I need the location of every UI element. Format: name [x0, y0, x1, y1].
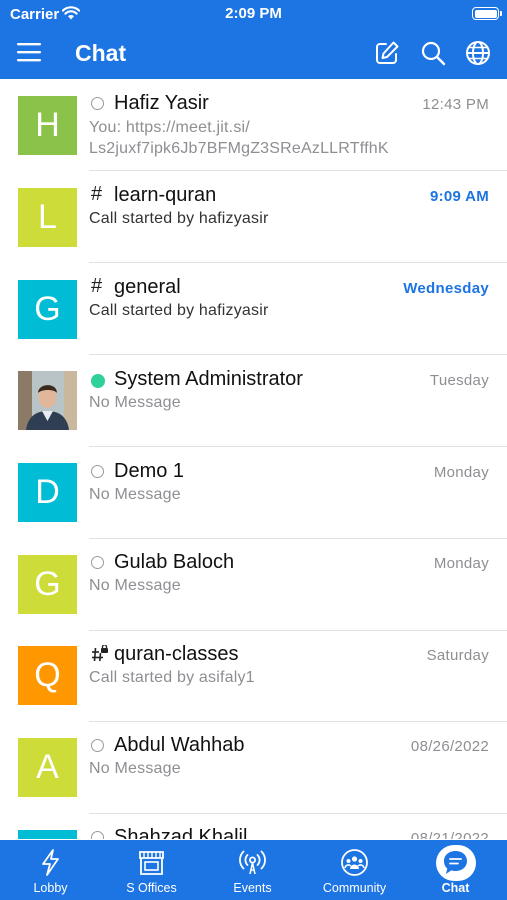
- chat-name: Demo 1: [114, 460, 185, 482]
- avatar: [18, 371, 77, 430]
- user-photo-icon: [18, 371, 77, 430]
- chat-row-learn-quran[interactable]: L # learn-quran 9:09 AM Call started by …: [0, 171, 507, 263]
- avatar: A: [18, 738, 77, 797]
- broadcast-icon: [239, 850, 266, 875]
- chat-preview: Call started by hafizyasir: [89, 302, 269, 319]
- offline-status-icon: [91, 556, 104, 569]
- offline-status-icon: [91, 465, 104, 478]
- chat-bubble-icon: [444, 851, 467, 874]
- chat-name: Gulab Baloch: [114, 551, 235, 573]
- chat-time: 08/21/2022: [410, 830, 489, 839]
- status-bar: Carrier 2:09 PM: [0, 0, 507, 30]
- tab-label: Events: [233, 881, 272, 895]
- chat-row-quran-classes[interactable]: Q quran-classes Saturday Call started by…: [0, 630, 507, 722]
- community-icon: [341, 849, 368, 876]
- chat-preview: You: https://meet.jit.si/: [89, 119, 250, 136]
- chat-time: 9:09 AM: [429, 188, 489, 205]
- chat-name: general: [114, 276, 181, 298]
- chat-row-general[interactable]: G # general Wednesday Call started by ha…: [0, 263, 507, 355]
- tab-community[interactable]: Community: [304, 840, 405, 900]
- chat-name: Shahzad Khalil: [114, 826, 248, 839]
- battery-icon: [472, 7, 502, 20]
- channel-hash-icon: #: [91, 275, 103, 297]
- chat-preview: No Message: [89, 577, 181, 594]
- avatar: L: [18, 188, 77, 247]
- tab-label: S Offices: [126, 881, 177, 895]
- chat-time: Monday: [433, 555, 489, 572]
- tab-s-offices[interactable]: S Offices: [101, 840, 202, 900]
- chat-row-demo-1[interactable]: D Demo 1 Monday No Message: [0, 447, 507, 539]
- chat-row-system-administrator[interactable]: System Administrator Tuesday No Message: [0, 355, 507, 447]
- online-status-icon: [91, 374, 105, 388]
- status-time: 2:09 PM: [225, 5, 282, 22]
- app-header: Carrier 2:09 PM Chat: [0, 0, 507, 79]
- chat-row-shahzad-khalil[interactable]: Shahzad Khalil 08/21/2022: [0, 814, 507, 839]
- tab-label: Community: [322, 881, 387, 895]
- chat-time: 12:43 PM: [422, 96, 489, 113]
- chat-preview: No Message: [89, 394, 181, 411]
- offline-status-icon: [91, 739, 104, 752]
- chat-time: Monday: [433, 464, 489, 481]
- chat-preview: Call started by hafizyasir: [89, 210, 269, 227]
- offline-status-icon: [91, 831, 104, 839]
- chat-time: 08/26/2022: [410, 738, 489, 755]
- chat-preview: Call started by asifaly1: [89, 669, 255, 686]
- chat-row-abdul-wahhab[interactable]: A Abdul Wahhab 08/26/2022 No Message: [0, 722, 507, 814]
- chat-name: quran-classes: [114, 643, 239, 665]
- avatar: D: [18, 463, 77, 522]
- store-icon: [139, 851, 164, 875]
- chat-list: H Hafiz Yasir 12:43 PM You: https://meet…: [0, 79, 507, 839]
- navigation-bar: Chat: [0, 30, 507, 79]
- chat-name: Abdul Wahhab: [114, 734, 245, 756]
- menu-icon[interactable]: [17, 41, 41, 63]
- chat-preview: No Message: [89, 486, 181, 503]
- chat-time: Wednesday: [403, 280, 489, 297]
- chat-name: System Administrator: [114, 368, 303, 390]
- chat-row-gulab-baloch[interactable]: G Gulab Baloch Monday No Message: [0, 539, 507, 631]
- tab-label: Chat: [441, 881, 470, 895]
- lightning-icon: [42, 849, 59, 876]
- chat-preview: No Message: [89, 760, 181, 777]
- avatar: H: [18, 96, 77, 155]
- chat-row-hafiz-yasir[interactable]: H Hafiz Yasir 12:43 PM You: https://meet…: [0, 79, 507, 171]
- chat-preview-line2: Ls2juxf7ipk6Jb7BFMgZ3SReAzLLRTffhK: [89, 140, 389, 157]
- tab-label: Lobby: [33, 881, 68, 895]
- tab-bar: Lobby S Offices Events Community Chat: [0, 840, 507, 900]
- page-title: Chat: [75, 40, 127, 66]
- chat-name: learn-quran: [114, 184, 217, 206]
- chat-name: Hafiz Yasir: [114, 92, 209, 114]
- tab-events[interactable]: Events: [202, 840, 303, 900]
- globe-icon[interactable]: [465, 40, 491, 66]
- channel-hash-icon: #: [91, 183, 103, 205]
- private-channel-icon: [92, 645, 108, 662]
- edit-icon[interactable]: [374, 40, 400, 66]
- chat-time: Tuesday: [429, 372, 489, 389]
- tab-lobby[interactable]: Lobby: [0, 840, 101, 900]
- offline-status-icon: [91, 97, 104, 110]
- chat-time: Saturday: [426, 647, 489, 664]
- avatar: G: [18, 555, 77, 614]
- search-icon[interactable]: [420, 40, 446, 66]
- tab-chat[interactable]: Chat: [405, 840, 506, 900]
- avatar: G: [18, 280, 77, 339]
- avatar: Q: [18, 646, 77, 705]
- avatar: [18, 830, 77, 839]
